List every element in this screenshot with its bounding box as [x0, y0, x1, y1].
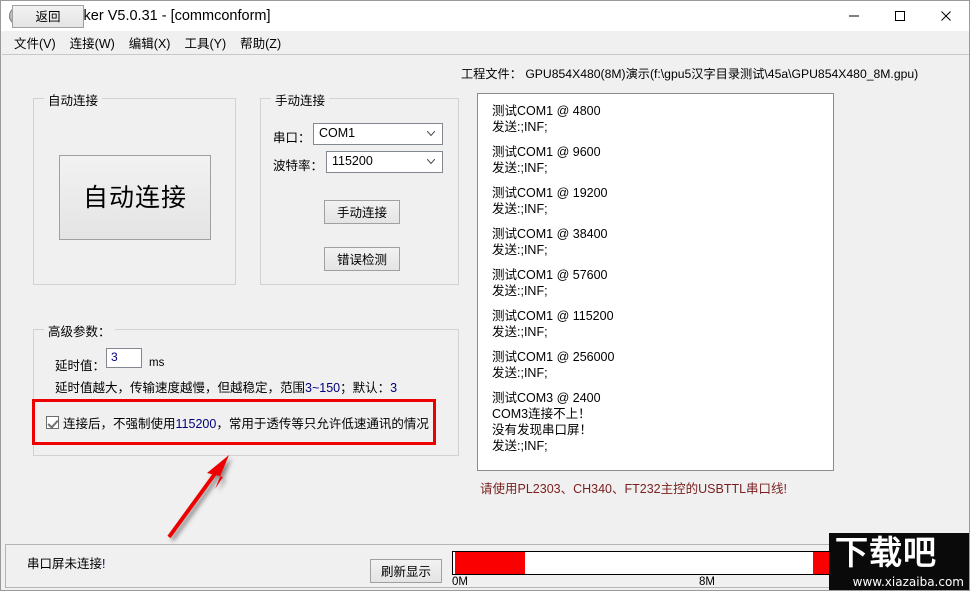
menu-item-edit[interactable]: 编辑(X)	[122, 30, 178, 55]
log-spacer	[492, 299, 833, 308]
menu-item-help[interactable]: 帮助(Z)	[233, 30, 288, 55]
manual-connect-button[interactable]: 手动连接	[324, 200, 400, 224]
force-baud-checkbox-row[interactable]: 连接后，不强制使用115200，常用于透传等只允许低速通讯的情况	[46, 413, 429, 432]
memory-progress-bar	[452, 551, 833, 575]
log-line: 测试COM3 @ 2400	[492, 391, 601, 405]
log-output-panel[interactable]: 测试COM1 @ 4800 发送:;INF; 测试COM1 @ 9600 发送:;IN…	[477, 93, 834, 471]
log-line: 测试COM1 @ 38400	[492, 227, 608, 241]
log-line: 发送:;INF;	[492, 243, 548, 257]
connection-status-mark: !	[102, 557, 106, 571]
port-label: 串口：	[273, 131, 311, 145]
delay-hint-default: 3	[390, 381, 398, 395]
progress-scale-min: 0M	[452, 576, 468, 588]
log-line: 测试COM1 @ 19200	[492, 186, 608, 200]
log-line: 发送:;INF;	[492, 325, 548, 339]
delay-label: 延时值：	[55, 359, 106, 373]
menu-item-tools[interactable]: 工具(Y)	[177, 30, 233, 55]
minimize-icon[interactable]	[831, 1, 877, 31]
chevron-down-icon	[427, 131, 435, 136]
progress-segment	[454, 552, 525, 574]
connection-status-label: 串口屏未连接	[27, 557, 103, 571]
log-line: 发送:;INF;	[492, 284, 548, 298]
port-select-value: COM1	[319, 126, 356, 140]
error-check-button[interactable]: 错误检测	[324, 247, 400, 271]
connection-status-text: 串口屏未连接!	[27, 553, 106, 572]
delay-hint-mid: ；默认：	[340, 381, 391, 395]
baud-select-value: 115200	[332, 154, 373, 168]
watermark-logo: 下载吧	[835, 533, 937, 572]
log-line: 发送:;INF;	[492, 366, 548, 380]
watermark: 下载吧 www.xiazaiba.com	[829, 533, 969, 590]
advanced-params-group-title: 高级参数：	[44, 321, 115, 340]
delay-hint-range: 3~150	[305, 381, 341, 395]
baud-label: 波特率：	[273, 159, 324, 173]
port-select[interactable]: COM1	[313, 123, 443, 145]
delay-hint-prefix: 延时值越大，传输速度越慢，但越稳定，范围	[55, 381, 306, 395]
log-line: 没有发现串口屏！	[492, 423, 593, 437]
log-line: 测试COM1 @ 4800	[492, 104, 601, 118]
force-baud-checkbox[interactable]	[46, 416, 59, 429]
close-icon[interactable]	[923, 1, 969, 31]
refresh-display-button[interactable]: 刷新显示	[370, 559, 442, 583]
application-window: GpuMaker V5.0.31 - [commconform] 文件(V) 连…	[0, 0, 970, 591]
checkbox-label-baud: 115200	[175, 417, 217, 431]
log-spacer	[492, 135, 833, 144]
log-line: 测试COM1 @ 256000	[492, 350, 615, 364]
progress-scale-max: 8M	[699, 576, 715, 588]
auto-connect-button[interactable]: 自动连接	[59, 155, 211, 240]
log-spacer	[492, 176, 833, 185]
log-spacer	[492, 217, 833, 226]
cable-note: 请使用PL2303、CH340、FT232主控的USBTTL串口线!	[480, 482, 788, 496]
auto-connect-group-title: 自动连接	[44, 90, 103, 109]
menu-bar: 文件(V) 连接(W) 编辑(X) 工具(Y) 帮助(Z)	[1, 31, 969, 54]
checkbox-label-suffix: ，常用于透传等只允许低速通讯的情况	[216, 417, 429, 431]
log-line: 测试COM1 @ 57600	[492, 268, 608, 282]
window-controls	[831, 1, 969, 31]
watermark-url: www.xiazaiba.com	[852, 575, 964, 589]
force-baud-checkbox-label: 连接后，不强制使用115200，常用于透传等只允许低速通讯的情况	[63, 413, 429, 432]
log-line: 测试COM1 @ 115200	[492, 309, 614, 323]
delay-input[interactable]: 3	[106, 348, 142, 368]
log-spacer	[492, 340, 833, 349]
manual-connect-group: 手动连接 串口： COM1 波特率： 115200 手动连接 错误检测	[260, 90, 459, 285]
menu-item-file[interactable]: 文件(V)	[7, 30, 63, 55]
project-file-path: 工程文件： GPU854X480(8M)演示(f:\gpu5汉字目录测试\45a…	[461, 67, 919, 81]
maximize-icon[interactable]	[877, 1, 923, 31]
delay-unit-label: ms	[149, 357, 165, 369]
log-line: 发送:;INF;	[492, 202, 548, 216]
chevron-down-icon	[427, 159, 435, 164]
baud-select[interactable]: 115200	[326, 151, 443, 173]
auto-connect-group: 自动连接 自动连接	[33, 90, 236, 285]
checkbox-label-prefix: 连接后，不强制使用	[63, 417, 176, 431]
title-bar: GpuMaker V5.0.31 - [commconform]	[1, 1, 969, 31]
manual-connect-group-title: 手动连接	[271, 90, 330, 109]
menu-item-connect[interactable]: 连接(W)	[63, 30, 122, 55]
delay-input-value: 3	[111, 350, 118, 364]
log-line: COM3连接不上！	[492, 407, 591, 421]
log-line: 发送:;INF;	[492, 161, 548, 175]
log-line: 发送:;INF;	[492, 120, 548, 134]
back-button[interactable]: 返回	[12, 5, 84, 28]
log-line: 测试COM1 @ 9600	[492, 145, 601, 159]
log-spacer	[492, 381, 833, 390]
log-line: 发送:;INF;	[492, 439, 548, 453]
delay-hint: 延时值越大，传输速度越慢，但越稳定，范围3~150；默认：3	[55, 377, 397, 396]
log-spacer	[492, 258, 833, 267]
